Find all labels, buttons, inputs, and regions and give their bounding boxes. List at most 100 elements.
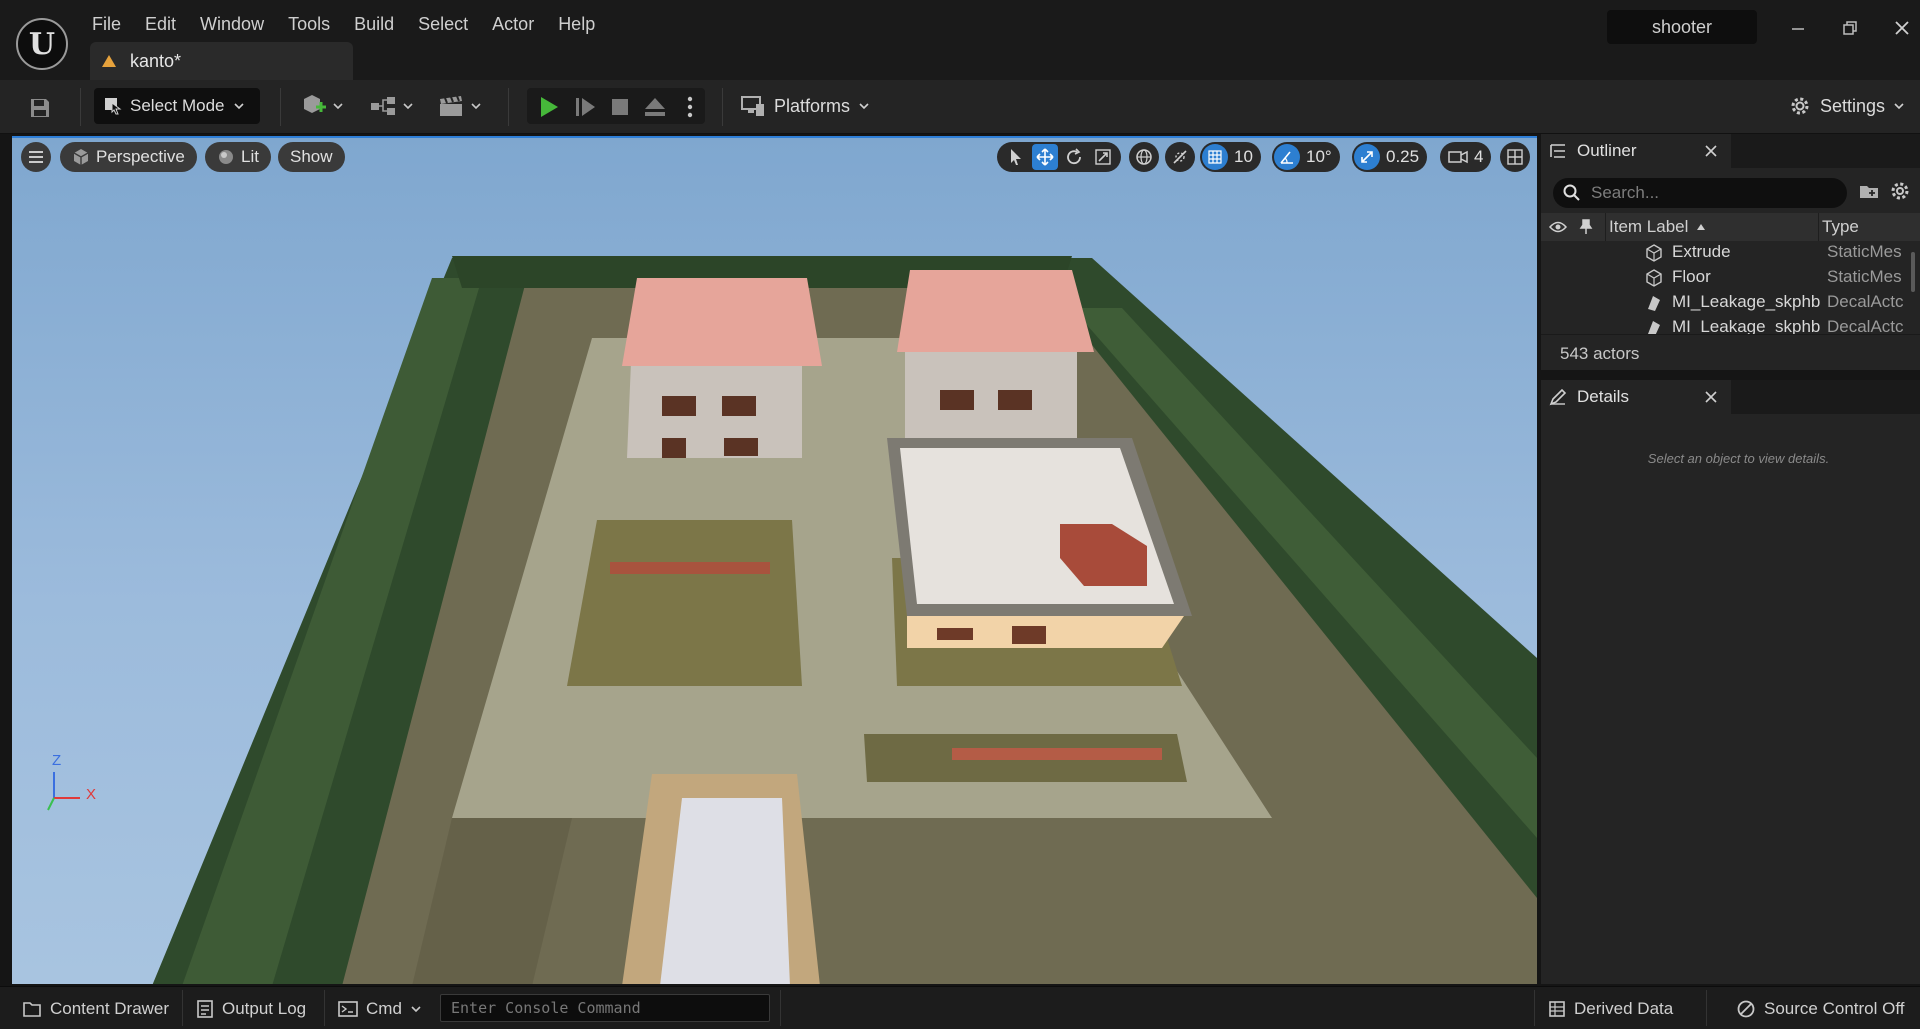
outliner-column-header: Item Label Type bbox=[1541, 213, 1920, 241]
pin-icon[interactable] bbox=[1579, 219, 1593, 235]
grid-snap-control[interactable]: 10 bbox=[1200, 142, 1261, 172]
cursor-icon bbox=[1010, 149, 1021, 165]
source-control-off-icon bbox=[1737, 1000, 1755, 1018]
play-icon bbox=[541, 97, 558, 117]
static-mesh-icon bbox=[1646, 244, 1662, 262]
outliner-scrollbar[interactable] bbox=[1911, 252, 1915, 292]
stop-button[interactable] bbox=[607, 94, 633, 120]
outliner-row[interactable]: Extrude StaticMes bbox=[1541, 240, 1911, 265]
status-divider bbox=[324, 990, 325, 1026]
derived-data-button[interactable]: Derived Data bbox=[1548, 996, 1673, 1022]
camera-speed-value: 4 bbox=[1474, 147, 1484, 166]
outliner-row[interactable]: MI_Leakage_skphb DecalActc bbox=[1541, 315, 1911, 335]
advance-frame-button[interactable] bbox=[573, 94, 599, 120]
menu-edit[interactable]: Edit bbox=[133, 12, 188, 37]
scale-icon bbox=[1094, 149, 1111, 165]
more-vertical-icon bbox=[687, 96, 693, 118]
play-button[interactable] bbox=[536, 94, 562, 120]
outliner-tab[interactable]: Outliner bbox=[1541, 134, 1731, 168]
perspective-dropdown[interactable]: Perspective bbox=[60, 142, 197, 172]
column-divider bbox=[1605, 213, 1606, 241]
camera-speed-control[interactable]: 4 bbox=[1440, 142, 1492, 172]
console-command-input[interactable]: Enter Console Command bbox=[440, 994, 770, 1022]
show-label: Show bbox=[290, 147, 333, 166]
outliner-row-label: MI_Leakage_skphb bbox=[1672, 292, 1821, 311]
outliner-row-type: DecalActc bbox=[1827, 292, 1904, 311]
cinematics-button[interactable] bbox=[438, 90, 482, 122]
source-control-button[interactable]: Source Control Off bbox=[1736, 996, 1904, 1022]
console-placeholder: Enter Console Command bbox=[451, 999, 641, 1017]
viewport-layout-button[interactable] bbox=[1500, 142, 1530, 172]
content-drawer-button[interactable]: Content Drawer bbox=[22, 996, 169, 1022]
outliner-settings-button[interactable] bbox=[1889, 180, 1911, 207]
chevron-down-icon bbox=[411, 1006, 421, 1013]
chevron-down-icon bbox=[403, 103, 413, 110]
surface-snap-icon bbox=[1173, 150, 1187, 164]
item-label-column[interactable]: Item Label bbox=[1609, 217, 1688, 237]
decal-icon bbox=[1648, 321, 1660, 335]
decal-icon bbox=[1648, 296, 1660, 311]
stop-icon bbox=[612, 99, 628, 115]
add-folder-button[interactable] bbox=[1858, 180, 1880, 207]
type-column[interactable]: Type bbox=[1822, 217, 1859, 237]
menu-tools[interactable]: Tools bbox=[276, 12, 342, 37]
move-icon bbox=[1035, 148, 1054, 166]
outliner-row[interactable]: Floor StaticMes bbox=[1541, 265, 1911, 290]
platforms-dropdown[interactable]: Platforms bbox=[740, 88, 870, 124]
select-mode-label: Select Mode bbox=[130, 96, 225, 115]
select-mode-dropdown[interactable]: Select Mode bbox=[94, 88, 260, 124]
outliner-search-input[interactable]: Search... bbox=[1553, 178, 1847, 208]
static-mesh-icon bbox=[1646, 269, 1662, 287]
scale-snap-control[interactable]: 0.25 bbox=[1352, 142, 1428, 172]
rotate-tool[interactable] bbox=[1061, 144, 1087, 170]
output-log-label: Output Log bbox=[222, 999, 307, 1018]
grid-snap-value: 10 bbox=[1234, 147, 1253, 166]
viewport-menu-button[interactable] bbox=[21, 142, 51, 172]
details-pencil-icon bbox=[1549, 388, 1567, 406]
show-dropdown[interactable]: Show bbox=[278, 142, 345, 172]
output-log-icon bbox=[197, 1000, 213, 1018]
menu-build[interactable]: Build bbox=[342, 12, 406, 37]
level-viewport[interactable]: Z X bbox=[12, 136, 1537, 984]
minimize-icon bbox=[1792, 28, 1804, 30]
perspective-label: Perspective bbox=[96, 147, 185, 166]
level-tab[interactable]: kanto* bbox=[90, 42, 353, 80]
menu-window[interactable]: Window bbox=[188, 12, 276, 37]
select-tool[interactable] bbox=[1003, 144, 1029, 170]
world-space-toggle[interactable] bbox=[1129, 142, 1159, 172]
outliner-row-type: StaticMes bbox=[1827, 267, 1902, 286]
unreal-logo-icon[interactable]: U bbox=[16, 18, 68, 70]
details-tab[interactable]: Details bbox=[1541, 380, 1731, 414]
search-icon bbox=[1563, 184, 1580, 201]
surface-snap-toggle[interactable] bbox=[1165, 142, 1195, 172]
visibility-eye-icon[interactable] bbox=[1549, 220, 1567, 234]
close-icon[interactable] bbox=[1705, 391, 1717, 403]
scene-render bbox=[152, 256, 1537, 984]
minimize-button[interactable] bbox=[1780, 12, 1816, 44]
menu-help[interactable]: Help bbox=[546, 12, 607, 37]
close-icon[interactable] bbox=[1705, 145, 1717, 157]
scale-tool[interactable] bbox=[1090, 144, 1116, 170]
restore-button[interactable] bbox=[1832, 12, 1868, 44]
output-log-button[interactable]: Output Log bbox=[196, 996, 306, 1022]
details-empty-message: Select an object to view details. bbox=[1647, 451, 1830, 466]
settings-dropdown[interactable]: Settings bbox=[1788, 88, 1905, 124]
search-placeholder: Search... bbox=[1591, 183, 1660, 202]
menu-file[interactable]: File bbox=[92, 12, 133, 37]
rotation-snap-control[interactable]: 10° bbox=[1272, 142, 1340, 172]
outliner-row[interactable]: MI_Leakage_skphb DecalActc bbox=[1541, 290, 1911, 315]
chevron-down-icon bbox=[1894, 103, 1904, 110]
menu-actor[interactable]: Actor bbox=[480, 12, 546, 37]
menu-select[interactable]: Select bbox=[406, 12, 480, 37]
close-window-button[interactable] bbox=[1884, 12, 1920, 44]
project-name: shooter bbox=[1607, 10, 1757, 44]
translate-tool[interactable] bbox=[1031, 144, 1058, 170]
column-divider bbox=[1818, 213, 1819, 241]
blueprint-button[interactable] bbox=[370, 90, 414, 122]
play-options-button[interactable] bbox=[680, 94, 700, 120]
cmd-dropdown[interactable]: Cmd bbox=[338, 996, 422, 1022]
eject-button[interactable] bbox=[642, 94, 668, 120]
add-actor-button[interactable] bbox=[300, 90, 344, 122]
lit-dropdown[interactable]: Lit bbox=[205, 142, 271, 172]
save-button[interactable] bbox=[22, 92, 58, 124]
